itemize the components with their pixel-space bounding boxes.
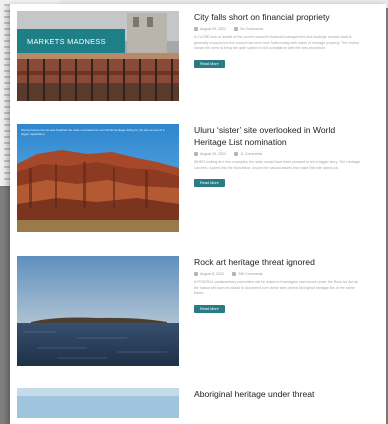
post-thumbnail[interactable]: Shortly before the list was finalized th…	[17, 124, 179, 232]
post-date: August 29, 2022	[194, 152, 226, 157]
post-content: Aboriginal heritage under threat	[194, 388, 364, 400]
post-title[interactable]: City falls short on financial propriety	[194, 11, 364, 23]
read-more-button[interactable]: Read More	[194, 179, 225, 188]
post-thumbnail[interactable]	[17, 256, 179, 366]
post-date: August 8, 2022	[194, 272, 224, 277]
post-meta: August 29, 2022 No Comments	[194, 27, 364, 32]
post-content: Rock art heritage threat ignored August …	[194, 256, 364, 315]
post-card: Shortly before the list was finalized th…	[17, 124, 377, 234]
category-overlay-label: MARKETS MADNESS	[17, 29, 125, 53]
comment-icon	[234, 27, 239, 32]
comment-icon	[234, 152, 239, 157]
comment-icon	[232, 272, 237, 277]
post-thumbnail[interactable]	[17, 388, 179, 418]
calendar-icon	[194, 152, 198, 157]
post-excerpt: WHEN looking at a few examples, the stat…	[194, 160, 360, 170]
post-meta: August 29, 2022 11 Comments	[194, 152, 364, 157]
post-content: Uluru ‘sister’ site overlooked in World …	[194, 124, 364, 189]
post-title[interactable]: Uluru ‘sister’ site overlooked in World …	[194, 124, 364, 148]
blog-page: MARKETS MADNESS City falls short on fina…	[10, 4, 386, 424]
post-comments[interactable]: 11 Comments	[234, 152, 262, 157]
post-excerpt: A FEDERAL parliamentary committee will b…	[194, 280, 359, 296]
post-content: City falls short on financial propriety …	[194, 11, 364, 70]
post-date: August 29, 2022	[194, 27, 226, 32]
read-more-button[interactable]: Read More	[194, 59, 225, 68]
post-title[interactable]: Rock art heritage threat ignored	[194, 256, 364, 268]
post-excerpt: A CLOSE look at details of the current c…	[194, 35, 359, 51]
post-comments[interactable]: No Comments	[234, 27, 263, 32]
post-meta: August 8, 2022 256 Comments	[194, 272, 364, 277]
calendar-icon	[194, 27, 198, 32]
calendar-icon	[194, 272, 198, 277]
image-caption: Shortly before the list was finalized th…	[21, 128, 165, 136]
post-comments[interactable]: 256 Comments	[232, 272, 263, 277]
post-card: Aboriginal heritage under threat	[17, 388, 377, 418]
post-card: MARKETS MADNESS City falls short on fina…	[17, 11, 377, 107]
read-more-button[interactable]: Read More	[194, 304, 225, 313]
post-title[interactable]: Aboriginal heritage under threat	[194, 388, 364, 400]
post-thumbnail[interactable]: MARKETS MADNESS	[17, 11, 179, 101]
post-card: Rock art heritage threat ignored August …	[17, 256, 377, 370]
